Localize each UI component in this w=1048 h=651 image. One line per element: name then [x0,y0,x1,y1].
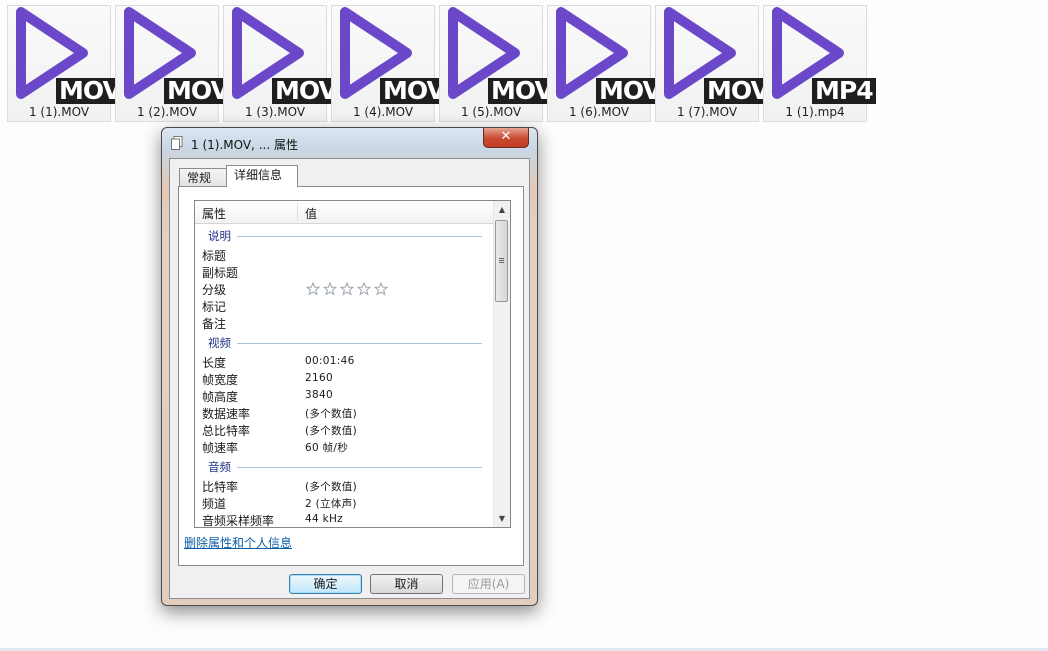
property-name: 总比特率 [202,424,251,438]
column-header-property[interactable]: 属性 [202,205,226,222]
property-value: 2 (立体声) [305,498,357,510]
file-item[interactable]: MOV 1 (6).MOV [547,5,664,122]
scroll-down-arrow-icon[interactable]: ▼ [494,510,510,527]
list-header: 属性 值 [195,201,494,224]
group-divider [237,236,482,237]
file-name: 1 (5).MOV [460,105,522,119]
group-title: 说明 [208,229,231,243]
dialog-title: 1 (1).MOV, ... 属性 [191,138,298,152]
property-row[interactable]: 总比特率 (多个数值) [195,421,494,438]
close-button[interactable]: ✕ [483,128,529,148]
property-name: 副标题 [202,266,239,280]
property-name: 长度 [202,356,227,370]
file-item[interactable]: MOV 1 (7).MOV [655,5,772,122]
property-row[interactable]: 副标题 [195,263,494,280]
file-extension-badge: MOV [164,78,232,104]
file-extension-badge: MP4 [812,78,876,104]
property-name: 备注 [202,317,227,331]
file-extension-badge: MOV [488,78,556,104]
property-name: 标题 [202,249,227,263]
property-row[interactable]: 频道 2 (立体声) [195,494,494,511]
apply-button[interactable]: 应用(A) [452,574,525,594]
property-value: (多个数值) [305,425,357,437]
property-value: 60 帧/秒 [305,442,349,454]
file-extension-badge: MOV [380,78,448,104]
property-row[interactable]: 标记 [195,297,494,314]
property-name: 分级 [202,283,227,297]
file-name: 1 (3).MOV [244,105,306,119]
file-name: 1 (4).MOV [352,105,414,119]
file-item[interactable]: MOV 1 (2).MOV [115,5,232,122]
property-value: 2160 [305,372,333,384]
property-value: 44 kHz [305,513,343,525]
property-name: 数据速率 [202,407,251,421]
property-name: 音频采样频率 [202,514,275,528]
star-icon[interactable] [373,281,389,296]
star-icon[interactable] [322,281,338,296]
property-name: 标记 [202,300,227,314]
file-extension-badge: MOV [596,78,664,104]
property-row[interactable]: 备注 [195,314,494,331]
group-header: 说明 [195,224,494,246]
property-value: (多个数值) [305,481,357,493]
properties-dialog: 1 (1).MOV, ... 属性 ✕ 常规 详细信息 属性 值 说明标题副标题… [161,127,538,606]
property-row[interactable]: 帧速率 60 帧/秒 [195,438,494,455]
property-name: 帧宽度 [202,373,239,387]
cancel-button[interactable]: 取消 [370,574,443,594]
file-extension-badge: MOV [704,78,772,104]
property-list[interactable]: 属性 值 说明标题副标题分级标记备注视频长度 00:01:46 帧宽度 2160 帧高度… [194,200,511,528]
property-name: 频道 [202,497,227,511]
remove-properties-link[interactable]: 删除属性和个人信息 [184,534,292,551]
group-title: 视频 [208,336,231,350]
property-value: (多个数值) [305,408,357,420]
file-extension-badge: MOV [272,78,340,104]
property-row[interactable]: 长度 00:01:46 [195,353,494,370]
scroll-thumb[interactable] [495,220,508,302]
file-item[interactable]: MOV 1 (1).MOV [7,5,124,122]
file-name: 1 (2).MOV [136,105,198,119]
property-value: 00:01:46 [305,355,355,367]
file-name: 1 (7).MOV [676,105,738,119]
property-name: 帧速率 [202,441,239,455]
details-tab-panel: 属性 值 说明标题副标题分级标记备注视频长度 00:01:46 帧宽度 2160 帧高度… [178,186,524,566]
property-row[interactable]: 比特率 (多个数值) [195,477,494,494]
group-header: 音频 [195,455,494,477]
dialog-titlebar[interactable]: 1 (1).MOV, ... 属性 ✕ [162,128,537,158]
scroll-up-arrow-icon[interactable]: ▲ [494,201,510,218]
property-row[interactable]: 标题 [195,246,494,263]
property-row[interactable]: 分级 [195,280,494,297]
ok-button[interactable]: 确定 [289,574,362,594]
file-item[interactable]: MOV 1 (4).MOV [331,5,448,122]
property-value: 3840 [305,389,333,401]
grip-icon [499,258,504,259]
group-divider [237,467,482,468]
property-name: 帧高度 [202,390,239,404]
file-name: 1 (1).MOV [28,105,90,119]
file-extension-badge: MOV [56,78,124,104]
document-stack-icon [171,136,183,150]
tab-details[interactable]: 详细信息 [226,165,298,187]
property-row[interactable]: 帧宽度 2160 [195,370,494,387]
group-header: 视频 [195,331,494,353]
property-name: 比特率 [202,480,239,494]
column-separator[interactable] [297,203,298,221]
group-title: 音频 [208,460,231,474]
dialog-client-area: 常规 详细信息 属性 值 说明标题副标题分级标记备注视频长度 00:01:46 帧宽… [169,158,530,599]
file-name: 1 (6).MOV [568,105,630,119]
column-header-value[interactable]: 值 [305,205,317,222]
star-icon[interactable] [339,281,355,296]
file-item[interactable]: MOV 1 (5).MOV [439,5,556,122]
property-row[interactable]: 数据速率 (多个数值) [195,404,494,421]
group-divider [237,343,482,344]
file-name: 1 (1).mp4 [785,105,845,119]
star-icon[interactable] [305,281,321,296]
property-row[interactable]: 音频采样频率 44 kHz [195,511,494,528]
file-item[interactable]: MP4 1 (1).mp4 [763,5,876,122]
property-row[interactable]: 帧高度 3840 [195,387,494,404]
star-icon[interactable] [356,281,372,296]
vertical-scrollbar[interactable]: ▲ ▼ [493,201,510,527]
file-item[interactable]: MOV 1 (3).MOV [223,5,340,122]
tab-general[interactable]: 常规 [179,168,227,186]
list-body: 说明标题副标题分级标记备注视频长度 00:01:46 帧宽度 2160 帧高度 3840 数… [195,224,494,528]
